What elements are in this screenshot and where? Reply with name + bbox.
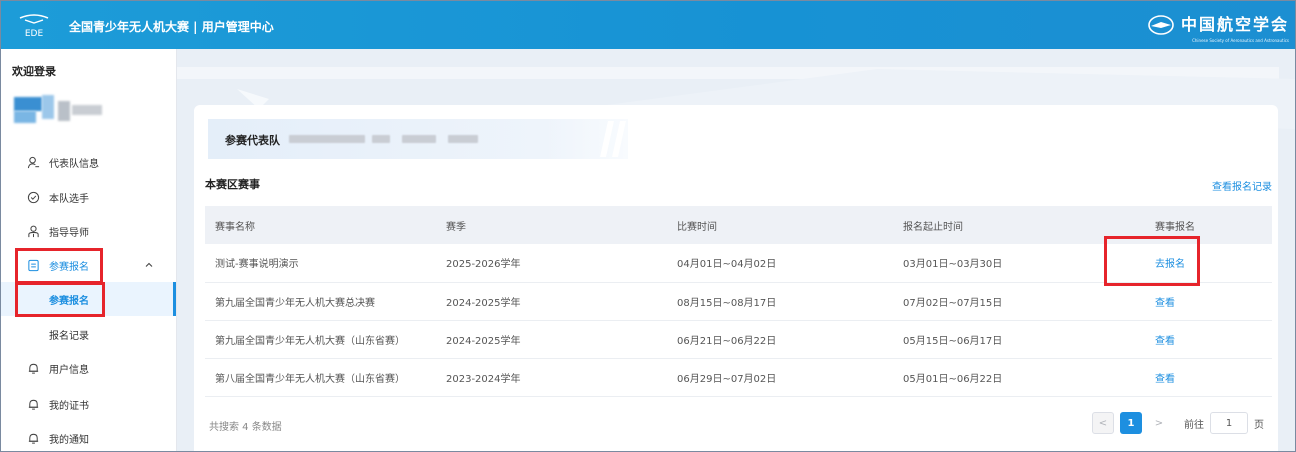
sidebar-item-team-info[interactable]: 代表队信息 xyxy=(1,145,176,179)
pagination: < 1 > 前往 页 xyxy=(1092,412,1264,434)
event-dates: 04月01日~04月02日 xyxy=(677,259,777,271)
event-dates: 06月29日~07月02日 xyxy=(677,373,777,385)
bell-icon xyxy=(26,431,40,445)
sidebar-item-label: 用户信息 xyxy=(49,364,89,376)
result-count: 共搜索 4 条数据 xyxy=(209,422,282,433)
sidebar-item-label: 指导导师 xyxy=(49,227,89,239)
sidebar-item-notifications[interactable]: 我的通知 xyxy=(1,421,176,451)
event-season: 2024-2025学年 xyxy=(446,297,521,309)
page-suffix: 页 xyxy=(1254,419,1264,431)
main-content: 参赛代表队 本赛区赛事 查看报名记录 赛事名称 赛季 比赛时间 报名起止时间 赛… xyxy=(177,49,1295,451)
table-row: 第九届全国青少年无人机大赛总决赛 2024-2025学年 08月15日~08月1… xyxy=(205,282,1272,320)
event-season: 2023-2024学年 xyxy=(446,373,521,385)
card: 参赛代表队 本赛区赛事 查看报名记录 赛事名称 赛季 比赛时间 报名起止时间 赛… xyxy=(194,105,1278,451)
top-bar: EDE 全国青少年无人机大赛 | 用户管理中心 中国航空学会 Chinese S… xyxy=(1,1,1295,49)
event-name: 第九届全国青少年无人机大赛总决赛 xyxy=(215,297,375,309)
sidebar-item-mentors[interactable]: 指导导师 xyxy=(1,214,176,248)
prev-page-button[interactable]: < xyxy=(1092,412,1114,434)
sidebar: 欢迎登录 代表队信息 本队选手 指导导师 参赛报名 参赛报名 报名记录 用户信息… xyxy=(1,49,177,451)
event-dates: 06月21日~06月22日 xyxy=(677,335,777,347)
table-row: 第八届全国青少年无人机大赛（山东省赛） 2023-2024学年 06月29日~0… xyxy=(205,358,1272,396)
sidebar-item-label: 我的证书 xyxy=(49,400,89,412)
org-logo: 中国航空学会 Chinese Society of Aeronautics an… xyxy=(1147,10,1289,43)
chevron-up-icon xyxy=(145,262,153,267)
view-link[interactable]: 查看 xyxy=(1124,358,1272,396)
redacted-text xyxy=(448,135,478,143)
redacted-text xyxy=(289,135,365,143)
sidebar-item-label: 本队选手 xyxy=(49,193,89,205)
sidebar-item-players[interactable]: 本队选手 xyxy=(1,180,176,214)
column-header: 赛事名称 xyxy=(215,221,255,233)
event-season: 2024-2025学年 xyxy=(446,335,521,347)
banner-stripes xyxy=(600,121,626,157)
registration-dates: 03月01日~03月30日 xyxy=(903,259,1003,271)
event-name: 第八届全国青少年无人机大赛（山东省赛） xyxy=(215,373,405,385)
registration-dates: 07月02日~07月15日 xyxy=(903,297,1003,309)
event-name: 测试-赛事说明演示 xyxy=(215,259,299,271)
view-records-link[interactable]: 查看报名记录 xyxy=(1212,178,1272,193)
org-name: 中国航空学会 xyxy=(1180,15,1289,34)
goto-page-input[interactable] xyxy=(1210,412,1248,434)
registration-dates: 05月01日~06月22日 xyxy=(903,373,1003,385)
highlight-box xyxy=(1104,236,1200,286)
sidebar-item-label: 我的通知 xyxy=(49,434,89,446)
org-subtitle: Chinese Society of Aeronautics and Astro… xyxy=(1192,38,1289,43)
user-icon xyxy=(26,155,40,169)
sidebar-item-label: 代表队信息 xyxy=(49,158,99,170)
app-title: 全国青少年无人机大赛 | 用户管理中心 xyxy=(69,20,274,34)
view-link[interactable]: 查看 xyxy=(1124,320,1272,358)
events-table: 赛事名称 赛季 比赛时间 报名起止时间 赛事报名 测试-赛事说明演示 2025-… xyxy=(205,206,1272,397)
next-page-button[interactable]: > xyxy=(1148,412,1170,434)
event-dates: 08月15日~08月17日 xyxy=(677,297,777,309)
event-name: 第九届全国青少年无人机大赛（山东省赛） xyxy=(215,335,405,347)
view-link[interactable]: 查看 xyxy=(1124,282,1272,320)
sidebar-item-user-info[interactable]: 用户信息 xyxy=(1,351,176,385)
ede-logo: EDE xyxy=(19,14,49,39)
highlight-box xyxy=(15,248,103,284)
column-header: 比赛时间 xyxy=(677,221,717,233)
table-row: 第九届全国青少年无人机大赛（山东省赛） 2024-2025学年 06月21日~0… xyxy=(205,320,1272,358)
avatar xyxy=(14,91,114,127)
column-header: 赛季 xyxy=(446,221,466,233)
submenu-item-records[interactable]: 报名记录 xyxy=(1,317,176,351)
app-window: EDE 全国青少年无人机大赛 | 用户管理中心 中国航空学会 Chinese S… xyxy=(0,0,1296,452)
sidebar-item-certificates[interactable]: 我的证书 xyxy=(1,387,176,421)
column-header: 报名起止时间 xyxy=(903,221,963,233)
submenu-item-label: 报名记录 xyxy=(49,330,89,342)
users-icon xyxy=(26,224,40,238)
check-circle-icon xyxy=(26,190,40,204)
svg-text:EDE: EDE xyxy=(25,29,44,39)
highlight-box xyxy=(15,282,105,317)
section-title: 本赛区赛事 xyxy=(205,178,260,191)
registration-dates: 05月15日~06月17日 xyxy=(903,335,1003,347)
event-season: 2025-2026学年 xyxy=(446,259,521,271)
welcome-label: 欢迎登录 xyxy=(12,65,56,78)
redacted-text xyxy=(372,135,390,143)
org-emblem-icon xyxy=(1148,15,1174,35)
bell-icon xyxy=(26,397,40,411)
goto-label: 前往 xyxy=(1184,419,1204,431)
team-banner: 参赛代表队 xyxy=(208,119,628,159)
team-label: 参赛代表队 xyxy=(225,134,280,147)
bell-icon xyxy=(26,361,40,375)
page-number-current[interactable]: 1 xyxy=(1120,412,1142,434)
redacted-text xyxy=(402,135,436,143)
